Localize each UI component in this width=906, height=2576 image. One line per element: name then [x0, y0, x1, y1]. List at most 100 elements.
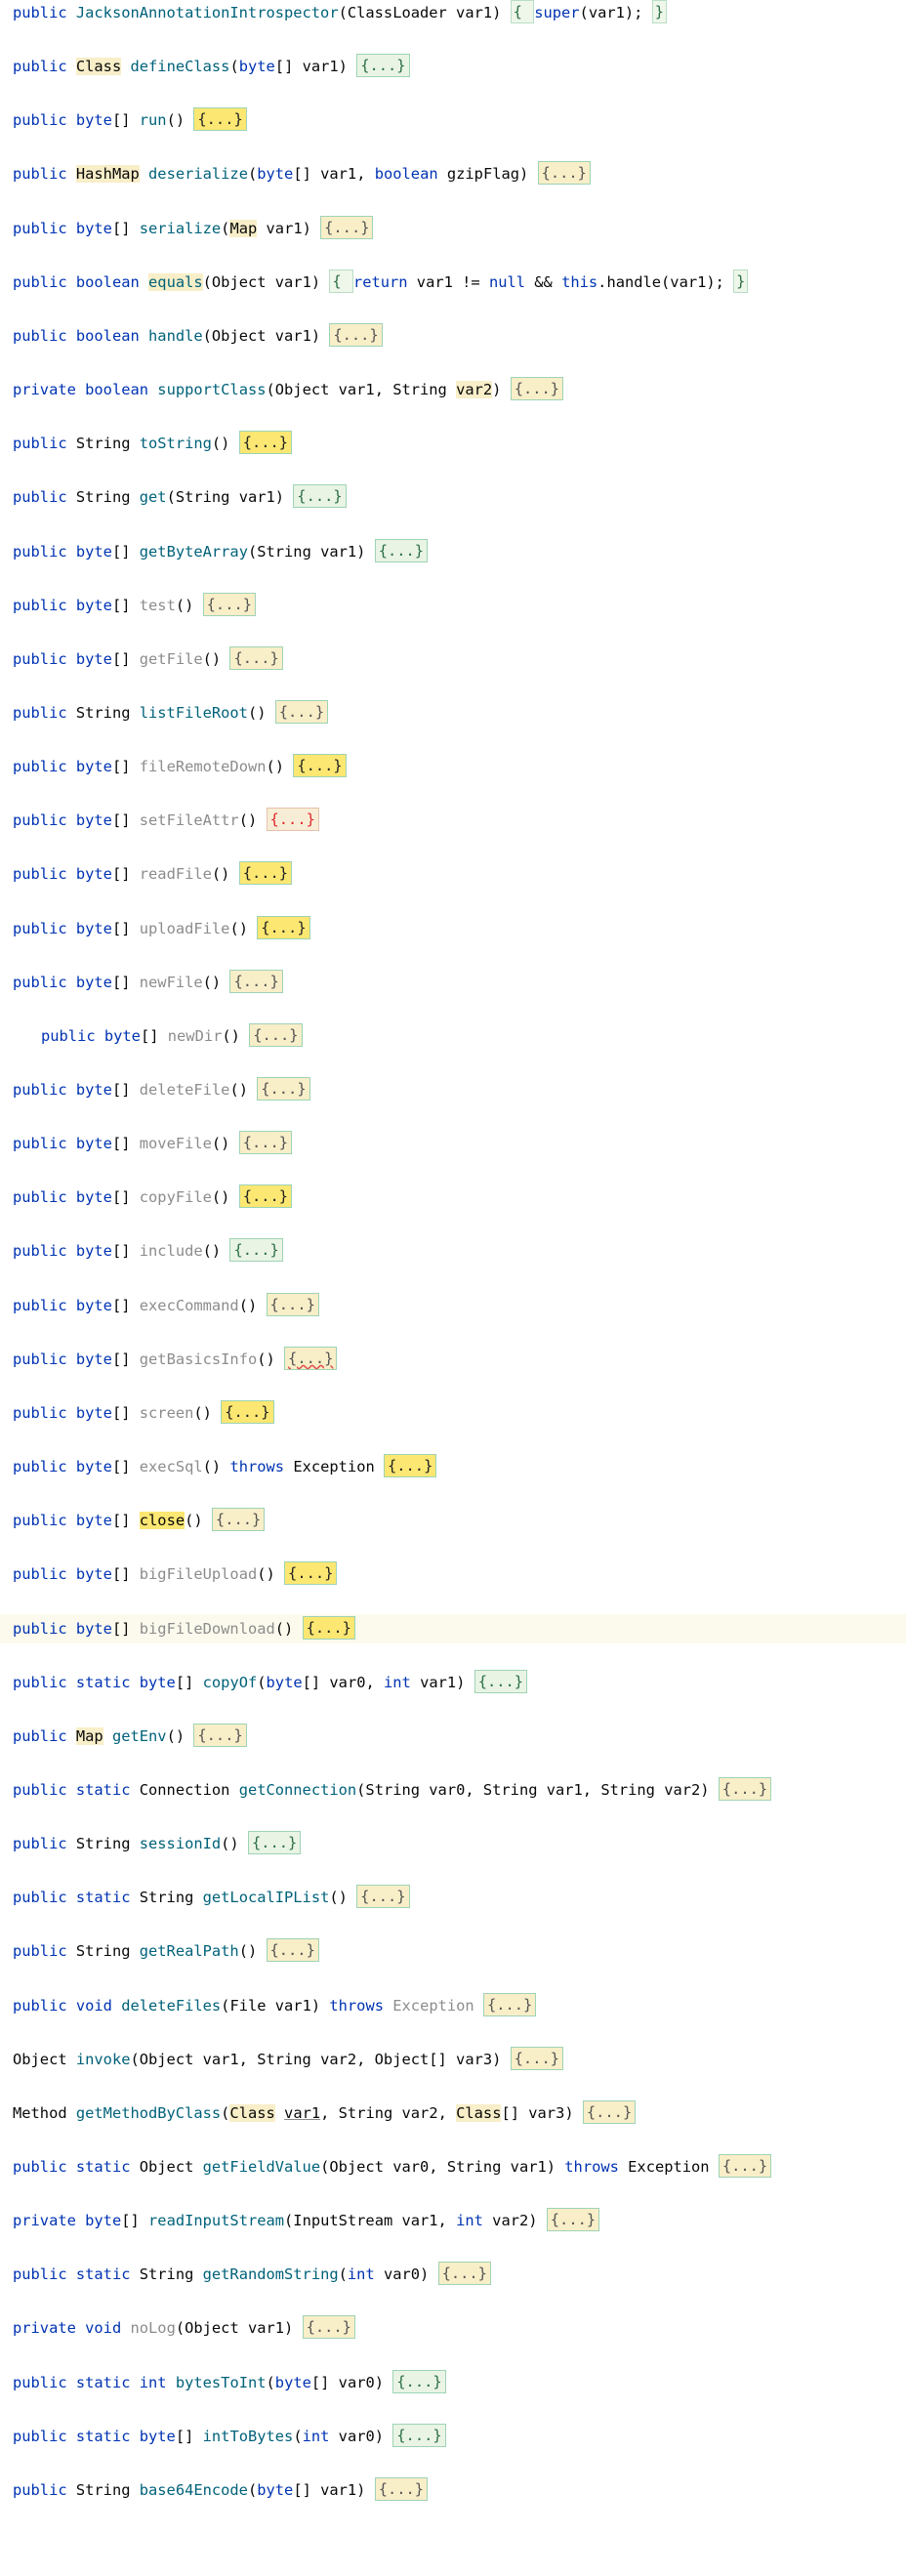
folded-code-block[interactable]: {...}	[510, 2046, 563, 2070]
code-line[interactable]: public byte[] newFile() {...}	[0, 968, 906, 997]
code-line[interactable]: public String base64Encode(byte[] var1) …	[0, 2475, 906, 2505]
code-token: byte	[75, 111, 112, 130]
code-line[interactable]: public byte[] bigFileUpload() {...}	[0, 1559, 906, 1589]
code-line[interactable]: public byte[] getBasicsInfo() {...}	[0, 1345, 906, 1374]
code-line[interactable]: public byte[] getByteArray(String var1) …	[0, 537, 906, 566]
code-line[interactable]: public static byte[] copyOf(byte[] var0,…	[0, 1668, 906, 1697]
code-line-current[interactable]: public byte[] bigFileDownload() {...}	[0, 1613, 906, 1643]
folded-code-block[interactable]: {...}	[582, 2099, 637, 2124]
folded-code-block[interactable]: {...}	[302, 2315, 355, 2340]
code-line[interactable]: public void deleteFiles(File var1) throw…	[0, 1991, 906, 2020]
code-line[interactable]: public String sessionId() {...}	[0, 1829, 906, 1858]
folded-code-block[interactable]: {...}	[437, 2262, 491, 2286]
code-line[interactable]: public Map getEnv() {...}	[0, 1722, 906, 1751]
code-line[interactable]: public String listFileRoot() {...}	[0, 698, 906, 727]
folded-code-block[interactable]: {	[329, 269, 353, 293]
code-line[interactable]: public byte[] newDir() {...}	[0, 1021, 906, 1051]
folded-code-block[interactable]: {...}	[238, 1184, 293, 1209]
code-line[interactable]: public byte[] execCommand() {...}	[0, 1291, 906, 1320]
folded-code-block[interactable]: {...}	[238, 431, 293, 455]
folded-code-block[interactable]: {...}	[274, 699, 329, 724]
code-line[interactable]: public Class defineClass(byte[] var1) {.…	[0, 52, 906, 81]
folded-code-block[interactable]: {...}	[293, 484, 347, 509]
code-line[interactable]: public static String getLocalIPList() {.…	[0, 1883, 906, 1912]
code-line[interactable]: public String getRealPath() {...}	[0, 1936, 906, 1966]
folded-code-block[interactable]: {...}	[284, 1561, 338, 1586]
code-line[interactable]: public byte[] uploadFile() {...}	[0, 914, 906, 943]
folded-code-block[interactable]: {...}	[247, 1831, 302, 1855]
folded-code-block[interactable]: {...}	[266, 1938, 319, 1963]
folded-code-block[interactable]: {...}	[266, 1292, 319, 1316]
folded-code-block[interactable]: {...}	[546, 2208, 600, 2232]
code-line[interactable]: public byte[] close() {...}	[0, 1506, 906, 1535]
code-line[interactable]: Method getMethodByClass(Class var1, Stri…	[0, 2098, 906, 2128]
code-line[interactable]: private boolean supportClass(Object var1…	[0, 375, 906, 404]
code-line[interactable]: public byte[] readFile() {...}	[0, 859, 906, 889]
folded-code-block[interactable]: {...}	[474, 1669, 528, 1693]
folded-code-block[interactable]: {...}	[293, 754, 347, 778]
folded-code-block[interactable]: {...}	[384, 1454, 437, 1478]
code-line[interactable]: public static int bytesToInt(byte[] var0…	[0, 2368, 906, 2397]
folded-code-block[interactable]: {...}	[266, 808, 319, 832]
folded-code-block[interactable]: {...}	[718, 2154, 772, 2178]
code-line[interactable]: public byte[] getFile() {...}	[0, 644, 906, 674]
code-line[interactable]: public String toString() {...}	[0, 429, 906, 458]
folded-code-block[interactable]: {...}	[257, 1077, 310, 1101]
folded-code-block[interactable]: {...}	[229, 969, 283, 993]
code-line[interactable]: public static String getRandomString(int…	[0, 2260, 906, 2289]
code-token: getRandomString	[202, 2265, 339, 2284]
folded-code-block[interactable]: {...}	[193, 107, 247, 132]
folded-code-block[interactable]: {...}	[374, 538, 429, 562]
folded-code-block[interactable]: }	[733, 269, 749, 293]
code-line[interactable]: Object invoke(Object var1, String var2, …	[0, 2045, 906, 2074]
code-line[interactable]: public byte[] fileRemoteDown() {...}	[0, 752, 906, 781]
code-line[interactable]: public static byte[] intToBytes(int var0…	[0, 2422, 906, 2451]
folded-code-block[interactable]: {...}	[284, 1346, 338, 1370]
folded-code-block[interactable]: {...}	[257, 915, 310, 939]
folded-code-block[interactable]: {...}	[320, 215, 374, 239]
code-line[interactable]: public byte[] screen() {...}	[0, 1398, 906, 1428]
code-line[interactable]: public byte[] copyFile() {...}	[0, 1183, 906, 1212]
folded-code-block[interactable]: {...}	[193, 1723, 247, 1747]
folded-code-block[interactable]: {...}	[202, 592, 256, 616]
folded-code-block[interactable]: {...}	[356, 1885, 410, 1909]
code-line[interactable]: public byte[] run() {...}	[0, 105, 906, 135]
code-line[interactable]: public boolean handle(Object var1) {...}	[0, 321, 906, 351]
folded-code-block[interactable]: {...}	[356, 54, 410, 78]
folded-code-block[interactable]: {...}	[249, 1022, 303, 1047]
code-line[interactable]: public byte[] deleteFile() {...}	[0, 1075, 906, 1104]
code-editor[interactable]: public JacksonAnnotationIntrospector(Cla…	[0, 0, 906, 2576]
folded-code-block[interactable]: {...}	[392, 2369, 446, 2393]
code-line[interactable]: public static Object getFieldValue(Objec…	[0, 2152, 906, 2181]
code-line[interactable]: private byte[] readInputStream(InputStre…	[0, 2206, 906, 2235]
folded-code-block[interactable]: {...}	[229, 1238, 283, 1263]
folded-code-block[interactable]: {...}	[510, 377, 564, 401]
code-line[interactable]: public byte[] setFileAttr() {...}	[0, 806, 906, 835]
code-line[interactable]: public byte[] moveFile() {...}	[0, 1129, 906, 1158]
code-line[interactable]: public byte[] include() {...}	[0, 1236, 906, 1266]
folded-code-block[interactable]: {...}	[329, 322, 383, 347]
folded-code-block[interactable]: {...}	[302, 1615, 355, 1640]
code-line[interactable]: public static Connection getConnection(S…	[0, 1775, 906, 1805]
code-line[interactable]: public byte[] execSql() throws Exception…	[0, 1452, 906, 1481]
folded-code-block[interactable]: {...}	[718, 1776, 772, 1801]
code-line[interactable]: public String get(String var1) {...}	[0, 482, 906, 512]
code-line[interactable]: public HashMap deserialize(byte[] var1, …	[0, 159, 906, 188]
folded-code-block[interactable]: {...}	[392, 2423, 446, 2447]
folded-code-block[interactable]: {...}	[229, 645, 283, 670]
folded-code-block[interactable]: {...}	[211, 1508, 266, 1532]
code-line[interactable]: private void noLog(Object var1) {...}	[0, 2313, 906, 2343]
folded-code-block[interactable]: {...}	[238, 1131, 293, 1155]
folded-code-block[interactable]: {...}	[374, 2476, 429, 2501]
folded-code-block[interactable]: {...}	[482, 1992, 537, 2016]
code-line[interactable]: public byte[] serialize(Map var1) {...}	[0, 214, 906, 243]
folded-code-block[interactable]: {...}	[238, 861, 293, 886]
code-line[interactable]: public byte[] test() {...}	[0, 591, 906, 620]
folded-code-block[interactable]: {...}	[537, 161, 591, 186]
code-line[interactable]: public boolean equals(Object var1) { ret…	[0, 268, 906, 297]
folded-code-block[interactable]: }	[651, 0, 667, 23]
folded-code-block[interactable]: {	[510, 0, 535, 23]
folded-code-block[interactable]: {...}	[221, 1399, 274, 1424]
code-line[interactable]: public JacksonAnnotationIntrospector(Cla…	[0, 0, 906, 27]
